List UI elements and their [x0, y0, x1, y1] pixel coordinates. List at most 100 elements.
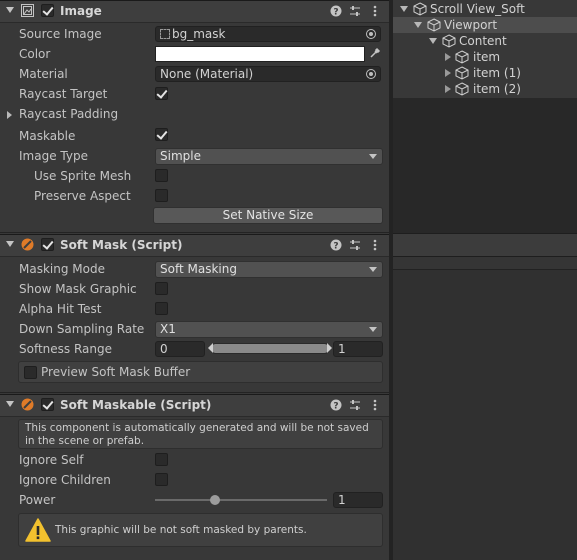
maskable-label: Maskable [19, 129, 76, 143]
softness-max-field[interactable]: 1 [333, 341, 383, 357]
color-field[interactable] [155, 46, 365, 62]
ignore-self-label: Ignore Self [19, 453, 84, 467]
image-component-title: Image [60, 4, 102, 18]
preset-icon[interactable] [349, 239, 361, 251]
raycast-padding-label[interactable]: Raycast Padding [19, 107, 118, 121]
ignore-children-checkbox[interactable] [155, 473, 168, 486]
use-sprite-mesh-checkbox[interactable] [155, 169, 168, 182]
softness-range-label: Softness Range [19, 342, 113, 356]
collapse-arrow-icon[interactable] [445, 69, 451, 77]
image-enabled-checkbox[interactable] [41, 4, 54, 17]
softness-min-field[interactable]: 0 [155, 341, 205, 357]
secondary-panel-toolbar [393, 233, 577, 257]
collapse-arrow-icon[interactable] [445, 53, 451, 61]
gameobject-cube-icon [442, 34, 456, 48]
maskable-checkbox[interactable] [155, 128, 168, 141]
image-type-dropdown[interactable]: Simple [155, 148, 383, 165]
source-image-value: bg_mask [172, 27, 226, 41]
component-divider [0, 232, 389, 233]
masking-mode-label: Masking Mode [19, 262, 105, 276]
ignore-self-checkbox[interactable] [155, 453, 168, 466]
image-type-value: Simple [160, 149, 201, 163]
soft-maskable-title: Soft Maskable (Script) [60, 398, 212, 412]
hierarchy-item[interactable]: item [393, 49, 577, 65]
hierarchy-item[interactable]: Viewport [393, 17, 577, 33]
menu-icon[interactable] [369, 5, 381, 17]
help-icon[interactable]: ? [330, 239, 342, 251]
hierarchy-item[interactable]: Scroll View_Soft [393, 1, 577, 17]
power-slider-thumb[interactable] [210, 495, 221, 505]
hierarchy-item[interactable]: item (1) [393, 65, 577, 81]
soft-maskable-enabled-checkbox[interactable] [41, 398, 54, 411]
preserve-aspect-label: Preserve Aspect [34, 189, 131, 203]
hierarchy-item-label: item (1) [473, 66, 521, 80]
soft-mask-enabled-checkbox[interactable] [41, 238, 54, 251]
collapse-arrow-icon[interactable] [445, 85, 451, 93]
preview-soft-mask-checkbox[interactable] [24, 366, 37, 379]
material-value: None (Material) [160, 67, 254, 81]
raycast-target-label: Raycast Target [19, 87, 108, 101]
hierarchy-item[interactable]: Content [393, 33, 577, 49]
script-icon [21, 398, 34, 411]
hierarchy-item-label: item [473, 50, 501, 64]
down-sampling-rate-dropdown[interactable]: X1 [155, 321, 383, 338]
color-label: Color [19, 47, 51, 61]
chevron-down-icon [369, 327, 377, 332]
auto-generated-info-box: This component is automatically generate… [18, 419, 383, 449]
masking-mode-dropdown[interactable]: Soft Masking [155, 261, 383, 278]
expand-arrow-icon[interactable] [414, 22, 422, 28]
hierarchy-item-label: item (2) [473, 82, 521, 96]
range-max-handle[interactable] [327, 343, 332, 353]
soft-mask-title: Soft Mask (Script) [60, 238, 183, 252]
object-picker-icon[interactable] [366, 29, 376, 39]
preset-icon[interactable] [349, 5, 361, 17]
soft-mask-component-header[interactable]: Soft Mask (Script) ? [0, 234, 389, 257]
chevron-down-icon [369, 267, 377, 272]
preview-soft-mask-label: Preview Soft Mask Buffer [41, 365, 191, 379]
use-sprite-mesh-label: Use Sprite Mesh [34, 169, 132, 183]
masking-mode-value: Soft Masking [160, 262, 237, 276]
image-component-header[interactable]: Image ? [0, 0, 389, 23]
power-slider-track[interactable] [155, 495, 327, 505]
set-native-size-button[interactable]: Set Native Size [153, 207, 383, 224]
eyedropper-icon[interactable] [369, 47, 381, 59]
svg-text:?: ? [333, 242, 338, 252]
raycast-padding-foldout-icon[interactable] [7, 111, 12, 119]
range-min-handle[interactable] [208, 343, 213, 353]
foldout-arrow-icon[interactable] [6, 241, 14, 247]
soft-maskable-component-header[interactable]: Soft Maskable (Script) ? [0, 394, 389, 417]
down-sampling-rate-value: X1 [160, 322, 176, 336]
softness-range-slider[interactable] [208, 343, 332, 354]
script-icon [21, 238, 34, 251]
material-label: Material [19, 67, 68, 81]
foldout-arrow-icon[interactable] [6, 7, 14, 13]
raycast-target-checkbox[interactable] [155, 87, 168, 100]
hierarchy-item-label: Viewport [444, 18, 498, 32]
menu-icon[interactable] [369, 399, 381, 411]
menu-icon[interactable] [369, 239, 381, 251]
gameobject-cube-icon [427, 18, 441, 32]
expand-arrow-icon[interactable] [429, 38, 437, 44]
hierarchy-item[interactable]: item (2) [393, 81, 577, 97]
expand-arrow-icon[interactable] [400, 6, 408, 12]
alpha-hit-test-label: Alpha Hit Test [19, 302, 102, 316]
preserve-aspect-checkbox[interactable] [155, 189, 168, 202]
down-sampling-rate-label: Down Sampling Rate [19, 322, 145, 336]
auto-generated-info-text: This component is automatically generate… [25, 422, 369, 447]
help-icon[interactable]: ? [330, 5, 342, 17]
power-label: Power [19, 493, 56, 507]
hierarchy-item-label: Content [459, 34, 507, 48]
foldout-arrow-icon[interactable] [6, 401, 14, 407]
help-icon[interactable]: ? [330, 399, 342, 411]
preset-icon[interactable] [349, 399, 361, 411]
object-picker-icon[interactable] [366, 69, 376, 79]
power-value-field[interactable]: 1 [333, 492, 383, 508]
material-field[interactable]: None (Material) [155, 66, 381, 82]
secondary-panel-content [393, 270, 577, 560]
secondary-panel-subbar [393, 257, 577, 270]
source-image-field[interactable]: bg_mask [155, 26, 381, 42]
warning-help-box: This graphic will be not soft masked by … [18, 513, 383, 547]
show-mask-graphic-checkbox[interactable] [155, 282, 168, 295]
preview-soft-mask-panel: Preview Soft Mask Buffer [18, 361, 383, 383]
alpha-hit-test-checkbox[interactable] [155, 302, 168, 315]
